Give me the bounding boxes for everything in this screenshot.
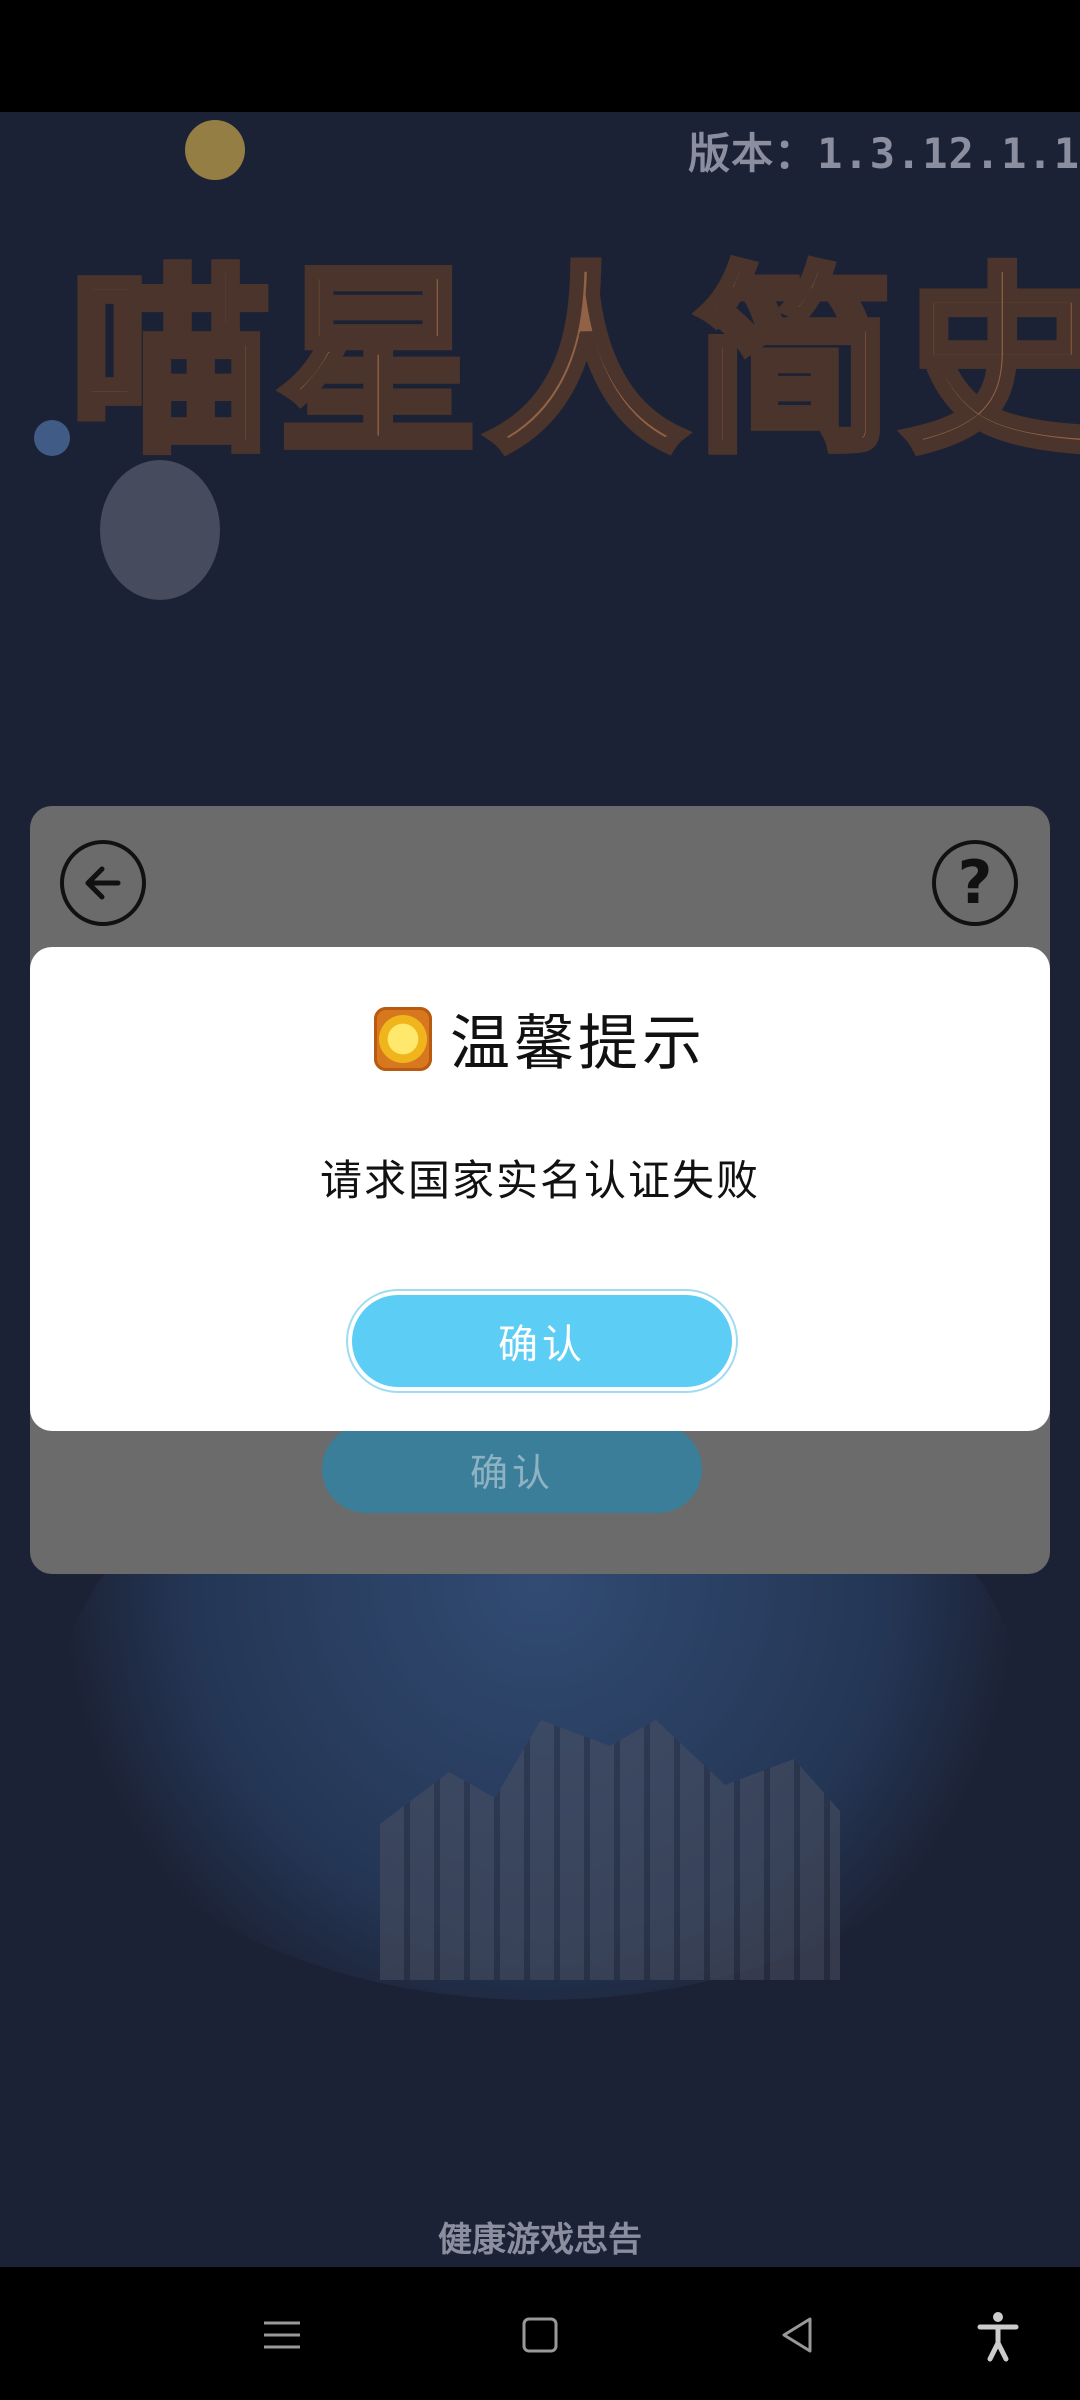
moon-icon (185, 120, 245, 180)
warm-tip-dialog: 温馨提示 请求国家实名认证失败 确认 (30, 947, 1050, 1431)
small-planet-icon (34, 420, 70, 456)
game-logo-text: 喵星人简史 (66, 241, 1080, 484)
system-nav-bar (0, 2267, 1080, 2400)
astronaut-icon (100, 460, 220, 600)
help-button[interactable]: ? (932, 840, 1018, 926)
menu-icon[interactable] (254, 2307, 310, 2363)
dialog-message: 请求国家实名认证失败 (319, 1156, 760, 1205)
confirm-button[interactable]: 确认 (352, 1295, 732, 1387)
status-bar (0, 0, 1080, 112)
game-logo: 喵星人简史 (50, 170, 1080, 500)
health-game-notice: 健康游戏忠告 (438, 2220, 642, 2260)
question-icon: ? (957, 848, 993, 918)
home-icon[interactable] (512, 2307, 568, 2363)
dialog-header: 温馨提示 (30, 995, 1050, 1082)
panel-confirm-button[interactable]: 确认 (322, 1425, 702, 1513)
back-triangle-icon[interactable] (770, 2307, 826, 2363)
accessibility-icon[interactable] (970, 2307, 1026, 2363)
coin-icon (374, 1006, 432, 1071)
back-button[interactable] (60, 840, 146, 926)
arrow-left-icon (85, 866, 121, 900)
dialog-title: 温馨提示 (450, 1009, 706, 1079)
